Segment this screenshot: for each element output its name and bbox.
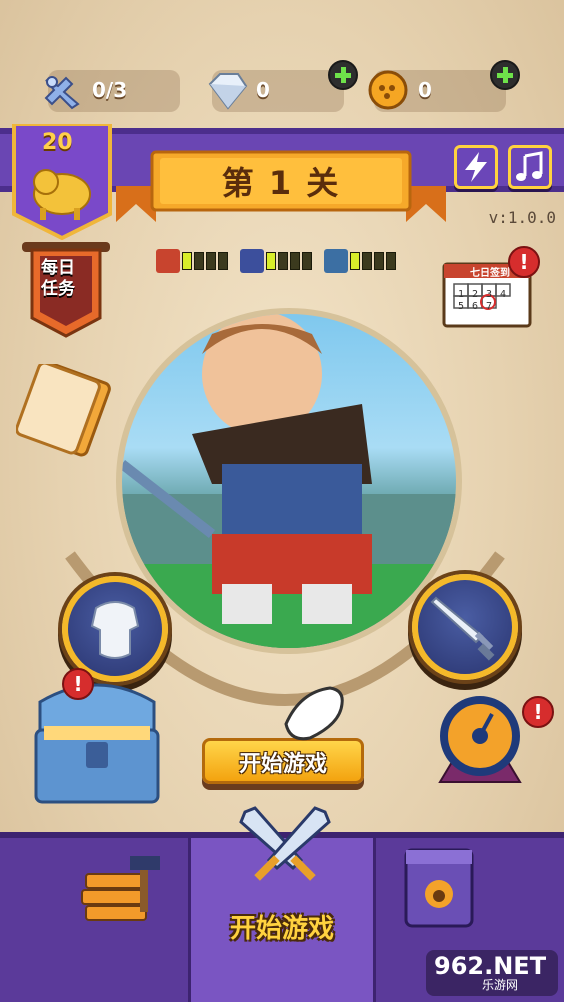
watermark-small: 乐游网: [482, 978, 519, 992]
sword-icon: [430, 596, 495, 661]
calendar-day: 7: [486, 301, 493, 312]
calendar-day: 1: [458, 289, 465, 300]
coins-value: 0: [418, 78, 432, 102]
calendar-day: 4: [500, 289, 507, 300]
diamonds-counter: 0: [208, 60, 358, 112]
music-button[interactable]: [508, 145, 552, 189]
weapon-button[interactable]: [412, 574, 518, 680]
chest-alert-icon: !: [62, 668, 94, 700]
keys-counter: 0/3: [44, 70, 180, 112]
calendar-day: 5: [458, 301, 465, 312]
crossed-swords-icon: [239, 806, 331, 881]
armor-icon: [90, 601, 140, 659]
pet-book-icon: [404, 848, 474, 928]
keys-value: 0/3: [92, 78, 128, 102]
power-button[interactable]: [454, 145, 498, 189]
pointing-hand-icon: [284, 686, 344, 741]
ticket-icon[interactable]: [16, 364, 122, 462]
nav-tab-forge[interactable]: [0, 838, 188, 1002]
coin-icon: [368, 70, 408, 110]
calendar-day: 2: [472, 289, 479, 300]
character-portrait: [116, 308, 462, 654]
calendar-day: 6: [472, 301, 479, 312]
player-level: 20: [42, 130, 73, 155]
key-icon: [44, 76, 80, 110]
diamond-icon: [208, 73, 248, 110]
watermark-logo: 962.NET 乐游网: [426, 950, 558, 996]
wheel-alert-icon: !: [522, 696, 554, 728]
health-icon: [156, 249, 180, 273]
armor-stat: [324, 249, 404, 273]
player-level-badge[interactable]: 20: [12, 122, 112, 241]
forge-icon: [81, 856, 160, 921]
add-diamonds-button[interactable]: [328, 60, 358, 90]
add-coins-button[interactable]: [490, 60, 520, 90]
version-label: v:1.0.0: [488, 208, 556, 227]
speed-stat: [240, 249, 320, 273]
music-note-icon: [516, 151, 543, 181]
lightning-icon: [465, 152, 487, 182]
daily-task-label: 每日任务: [41, 258, 75, 299]
health-stat: [156, 249, 236, 273]
nav-start-label: 开始游戏: [229, 914, 334, 944]
diamonds-value: 0: [256, 78, 270, 102]
treasure-chest-icon[interactable]: [30, 672, 164, 810]
armor-icon: [324, 249, 348, 273]
coins-counter: 0: [368, 60, 520, 112]
signin-alert-icon: !: [508, 246, 540, 278]
prize-wheel-icon[interactable]: [430, 694, 530, 790]
calendar-day: 3: [486, 289, 493, 300]
start-game-label: 开始游戏: [238, 752, 327, 777]
speed-icon: [240, 249, 264, 273]
armor-button[interactable]: [62, 576, 168, 682]
stage-title: 第 1 关: [221, 164, 341, 202]
nav-tab-start-game[interactable]: 开始游戏: [188, 806, 376, 1002]
